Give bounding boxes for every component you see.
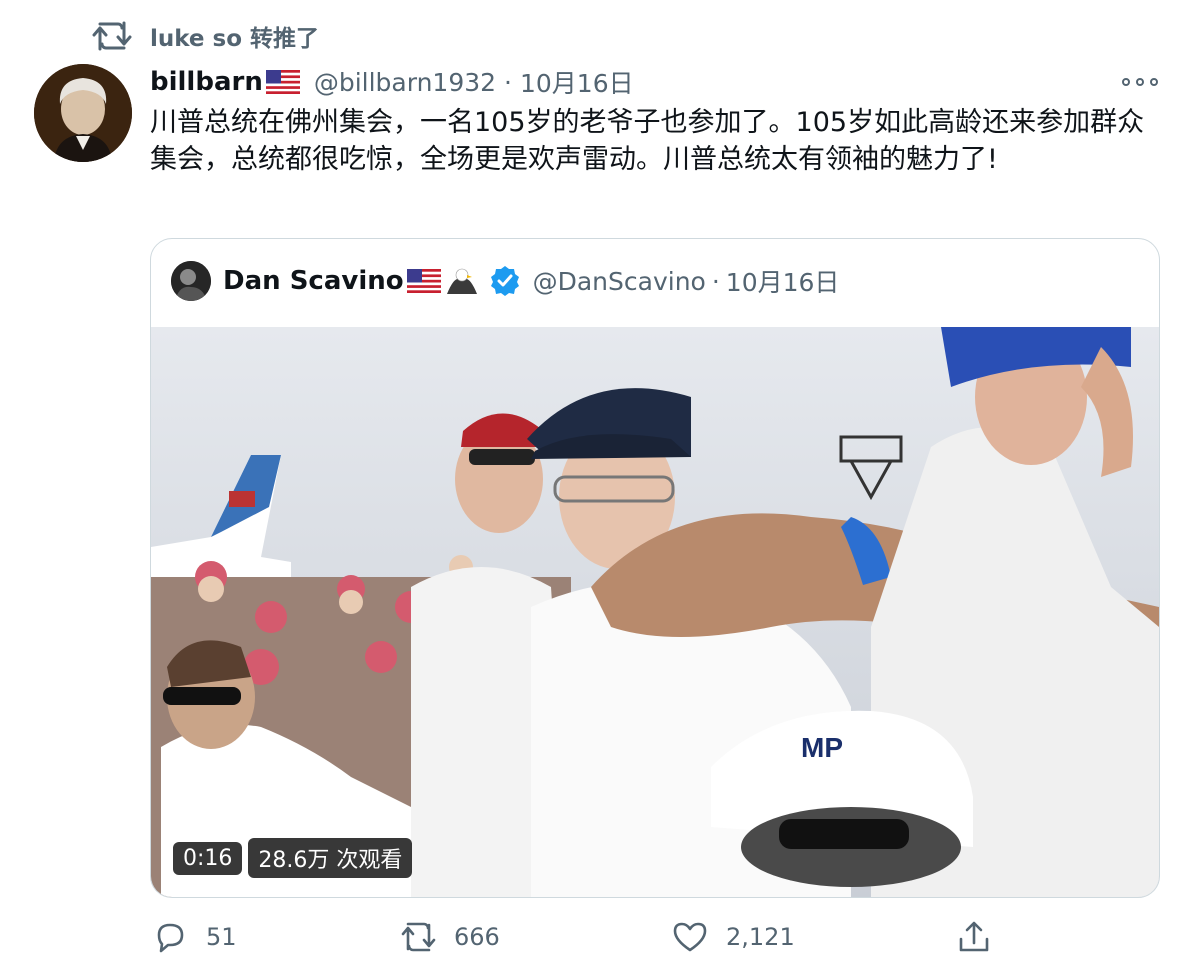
- quoted-author-avatar: [171, 261, 211, 301]
- retweet-count: 666: [454, 923, 500, 951]
- tweet-text: 川普总统在佛州集会，一名105岁的老爷子也参加了。105岁如此高龄还来参加群众集…: [150, 107, 1145, 175]
- reply-icon: [157, 923, 184, 953]
- tweet-date[interactable]: 10月16日: [520, 64, 634, 100]
- reply-button[interactable]: 51: [152, 912, 237, 962]
- heart-icon: [673, 922, 707, 952]
- like-count: 2,121: [726, 923, 795, 951]
- quoted-author-handle: @DanScavino: [532, 266, 706, 296]
- us-flag-icon: [265, 70, 300, 94]
- more-icon[interactable]: [1122, 70, 1158, 94]
- tweet-header: billbarn @billbarn1932 · 10月16日: [150, 62, 634, 102]
- retweet-context-text: luke so 转推了: [150, 26, 320, 52]
- author-avatar[interactable]: [34, 64, 132, 162]
- author-handle[interactable]: @billbarn1932: [314, 68, 496, 97]
- quoted-author-name: Dan Scavino: [223, 266, 404, 296]
- share-icon: [959, 921, 989, 952]
- svg-text:MP: MP: [801, 732, 843, 763]
- video-player[interactable]: MP 0:16 28.6万 次观看: [151, 327, 1159, 897]
- eagle-icon: [446, 268, 477, 294]
- reply-count: 51: [206, 923, 237, 951]
- verified-badge-icon: [490, 266, 519, 296]
- retweet-button[interactable]: 666: [400, 912, 500, 962]
- separator-dot: ·: [504, 67, 512, 97]
- quoted-tweet-header: Dan Scavino @DanScavino · 10月16日: [171, 261, 839, 301]
- share-button[interactable]: [956, 912, 1010, 962]
- portrait-avatar: [34, 64, 132, 162]
- retweet-icon: [401, 922, 436, 952]
- video-thumbnail: MP: [151, 327, 1159, 897]
- separator-dot: ·: [711, 266, 720, 296]
- action-bar: 51 666 2,121: [150, 912, 1010, 962]
- retweet-icon: [92, 21, 132, 51]
- video-views: 28.6万 次观看: [248, 838, 413, 878]
- retweet-context[interactable]: luke so 转推了: [92, 18, 319, 54]
- author-name[interactable]: billbarn: [150, 67, 263, 97]
- like-button[interactable]: 2,121: [672, 912, 795, 962]
- video-badge: 0:16 28.6万 次观看: [173, 838, 413, 878]
- tweet[interactable]: luke so 转推了 billbarn @billbarn1932 · 10月…: [0, 0, 1200, 974]
- quoted-tweet[interactable]: Dan Scavino @DanScavino · 10月16日 MP 0:16…: [150, 238, 1160, 898]
- us-flag-icon: [406, 269, 441, 293]
- quoted-tweet-date: 10月16日: [725, 268, 840, 297]
- video-duration: 0:16: [173, 841, 243, 875]
